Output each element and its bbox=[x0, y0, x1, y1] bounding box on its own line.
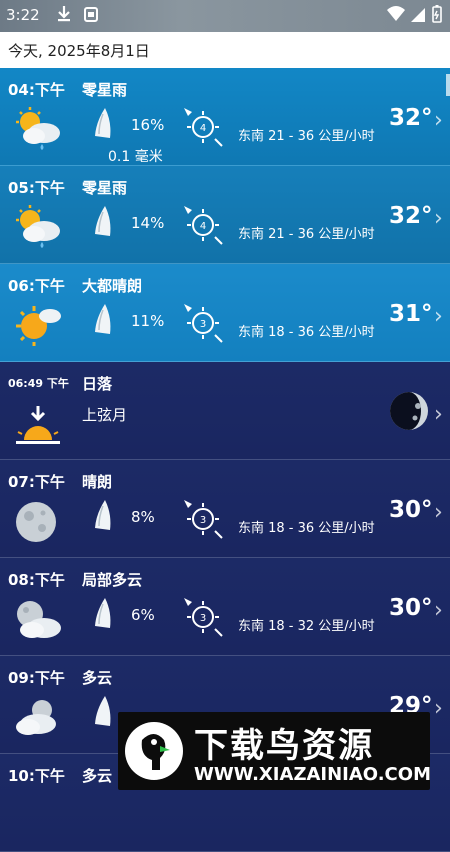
moon-phase-label: 上弦月 bbox=[82, 406, 128, 424]
sunset-time: 06:49 下午 bbox=[8, 377, 69, 390]
moon-icon bbox=[16, 502, 56, 542]
chevron-right-icon: › bbox=[434, 402, 443, 427]
chevron-right-icon: › bbox=[434, 304, 443, 329]
screenshot-icon bbox=[84, 7, 98, 22]
precip-percent: 6% bbox=[131, 606, 155, 624]
precip-drop-icon bbox=[95, 598, 111, 628]
precip-drop-icon bbox=[95, 500, 111, 530]
chevron-right-icon: › bbox=[434, 206, 443, 231]
hour-label: 09:下午 bbox=[8, 669, 65, 687]
bird-logo-icon bbox=[125, 722, 183, 780]
status-time: 3:22 bbox=[6, 6, 40, 24]
wind-compass-icon: 3 bbox=[184, 598, 223, 637]
hour-label: 04:下午 bbox=[8, 81, 65, 99]
watermark-banner: 下载鸟资源 WWW.XIAZAINIAO.COM bbox=[118, 712, 431, 790]
chevron-right-icon: › bbox=[434, 696, 443, 721]
condition-label: 多云 bbox=[82, 669, 113, 687]
hour-label: 06:下午 bbox=[8, 277, 65, 295]
watermark-title: 下载鸟资源 bbox=[194, 726, 374, 766]
sun-cloud-rain-icon bbox=[16, 205, 60, 248]
status-bar: 3:22 bbox=[0, 0, 450, 32]
moon-phase-icon bbox=[390, 392, 428, 430]
battery-icon bbox=[432, 5, 442, 23]
hour-label: 10:下午 bbox=[8, 767, 65, 785]
chevron-right-icon: › bbox=[434, 598, 443, 623]
sunset-row[interactable]: 06:49 下午 日落 上弦月 › bbox=[0, 362, 450, 460]
temperature: 32° bbox=[389, 203, 433, 229]
condition-label: 零星雨 bbox=[82, 179, 128, 197]
scrollbar[interactable] bbox=[446, 74, 450, 96]
hour-row[interactable]: 04:下午 零星雨 16% 0.1 毫米 4 东南 21 - 36 公里/小时 … bbox=[0, 68, 450, 166]
sunset-icon bbox=[16, 406, 60, 444]
hour-label: 07:下午 bbox=[8, 473, 65, 491]
wind-label: 东南 21 - 36 公里/小时 bbox=[238, 227, 375, 242]
wind-label: 东南 21 - 36 公里/小时 bbox=[238, 129, 375, 144]
temperature: 30° bbox=[389, 595, 433, 621]
wind-compass-icon: 4 bbox=[184, 206, 223, 245]
precip-drop-icon bbox=[95, 206, 111, 236]
precip-amount: 0.1 毫米 bbox=[108, 149, 163, 165]
wind-compass-icon: 3 bbox=[184, 304, 223, 343]
moon-cloud-icon bbox=[17, 601, 61, 638]
condition-label: 零星雨 bbox=[82, 81, 128, 99]
temperature: 32° bbox=[389, 105, 433, 131]
precip-percent: 14% bbox=[131, 214, 165, 232]
hour-row[interactable]: 08:下午 局部多云 6% 3 东南 18 - 32 公里/小时 30° › bbox=[0, 558, 450, 656]
wind-label: 东南 18 - 32 公里/小时 bbox=[238, 619, 375, 634]
wind-level: 3 bbox=[200, 515, 206, 526]
hour-row[interactable]: 07:下午 晴朗 8% 3 东南 18 - 36 公里/小时 30° › bbox=[0, 460, 450, 558]
condition-label: 多云 bbox=[82, 767, 113, 785]
wind-level: 3 bbox=[200, 613, 206, 624]
wind-compass-icon: 3 bbox=[184, 500, 223, 539]
sun-cloud-rain-icon bbox=[16, 107, 60, 150]
condition-label: 局部多云 bbox=[82, 571, 143, 589]
date-header: 今天, 2025年8月1日 bbox=[0, 32, 450, 68]
wind-level: 4 bbox=[200, 123, 206, 134]
watermark-url: WWW.XIAZAINIAO.COM bbox=[194, 764, 431, 785]
precip-drop-icon bbox=[95, 304, 111, 334]
hour-label: 08:下午 bbox=[8, 571, 65, 589]
condition-label: 大都晴朗 bbox=[82, 277, 143, 295]
precip-percent: 16% bbox=[131, 116, 165, 134]
precip-drop-icon bbox=[95, 696, 111, 726]
sunset-label: 日落 bbox=[82, 375, 113, 393]
sun-cloud-icon bbox=[16, 306, 61, 346]
wind-compass-icon: 4 bbox=[184, 108, 223, 147]
download-icon bbox=[58, 6, 70, 22]
chevron-right-icon: › bbox=[434, 108, 443, 133]
chevron-right-icon: › bbox=[434, 500, 443, 525]
precip-percent: 8% bbox=[131, 508, 155, 526]
hour-row[interactable]: 05:下午 零星雨 14% 4 东南 21 - 36 公里/小时 32° › bbox=[0, 166, 450, 264]
wifi-icon bbox=[387, 6, 405, 21]
precip-drop-icon bbox=[95, 108, 111, 138]
date-label: 今天, 2025年8月1日 bbox=[8, 42, 150, 60]
wind-label: 东南 18 - 36 公里/小时 bbox=[238, 521, 375, 536]
temperature: 31° bbox=[389, 301, 433, 327]
hour-row[interactable]: 06:下午 大都晴朗 11% 3 东南 18 - 36 公里/小时 31° › bbox=[0, 264, 450, 362]
temperature: 30° bbox=[389, 497, 433, 523]
condition-label: 晴朗 bbox=[82, 473, 113, 491]
hour-label: 05:下午 bbox=[8, 179, 65, 197]
wind-level: 3 bbox=[200, 319, 206, 330]
moon-cloud-icon bbox=[16, 700, 56, 735]
wind-level: 4 bbox=[200, 221, 206, 232]
wind-label: 东南 18 - 36 公里/小时 bbox=[238, 325, 375, 340]
precip-percent: 11% bbox=[131, 312, 165, 330]
signal-icon bbox=[411, 8, 425, 22]
